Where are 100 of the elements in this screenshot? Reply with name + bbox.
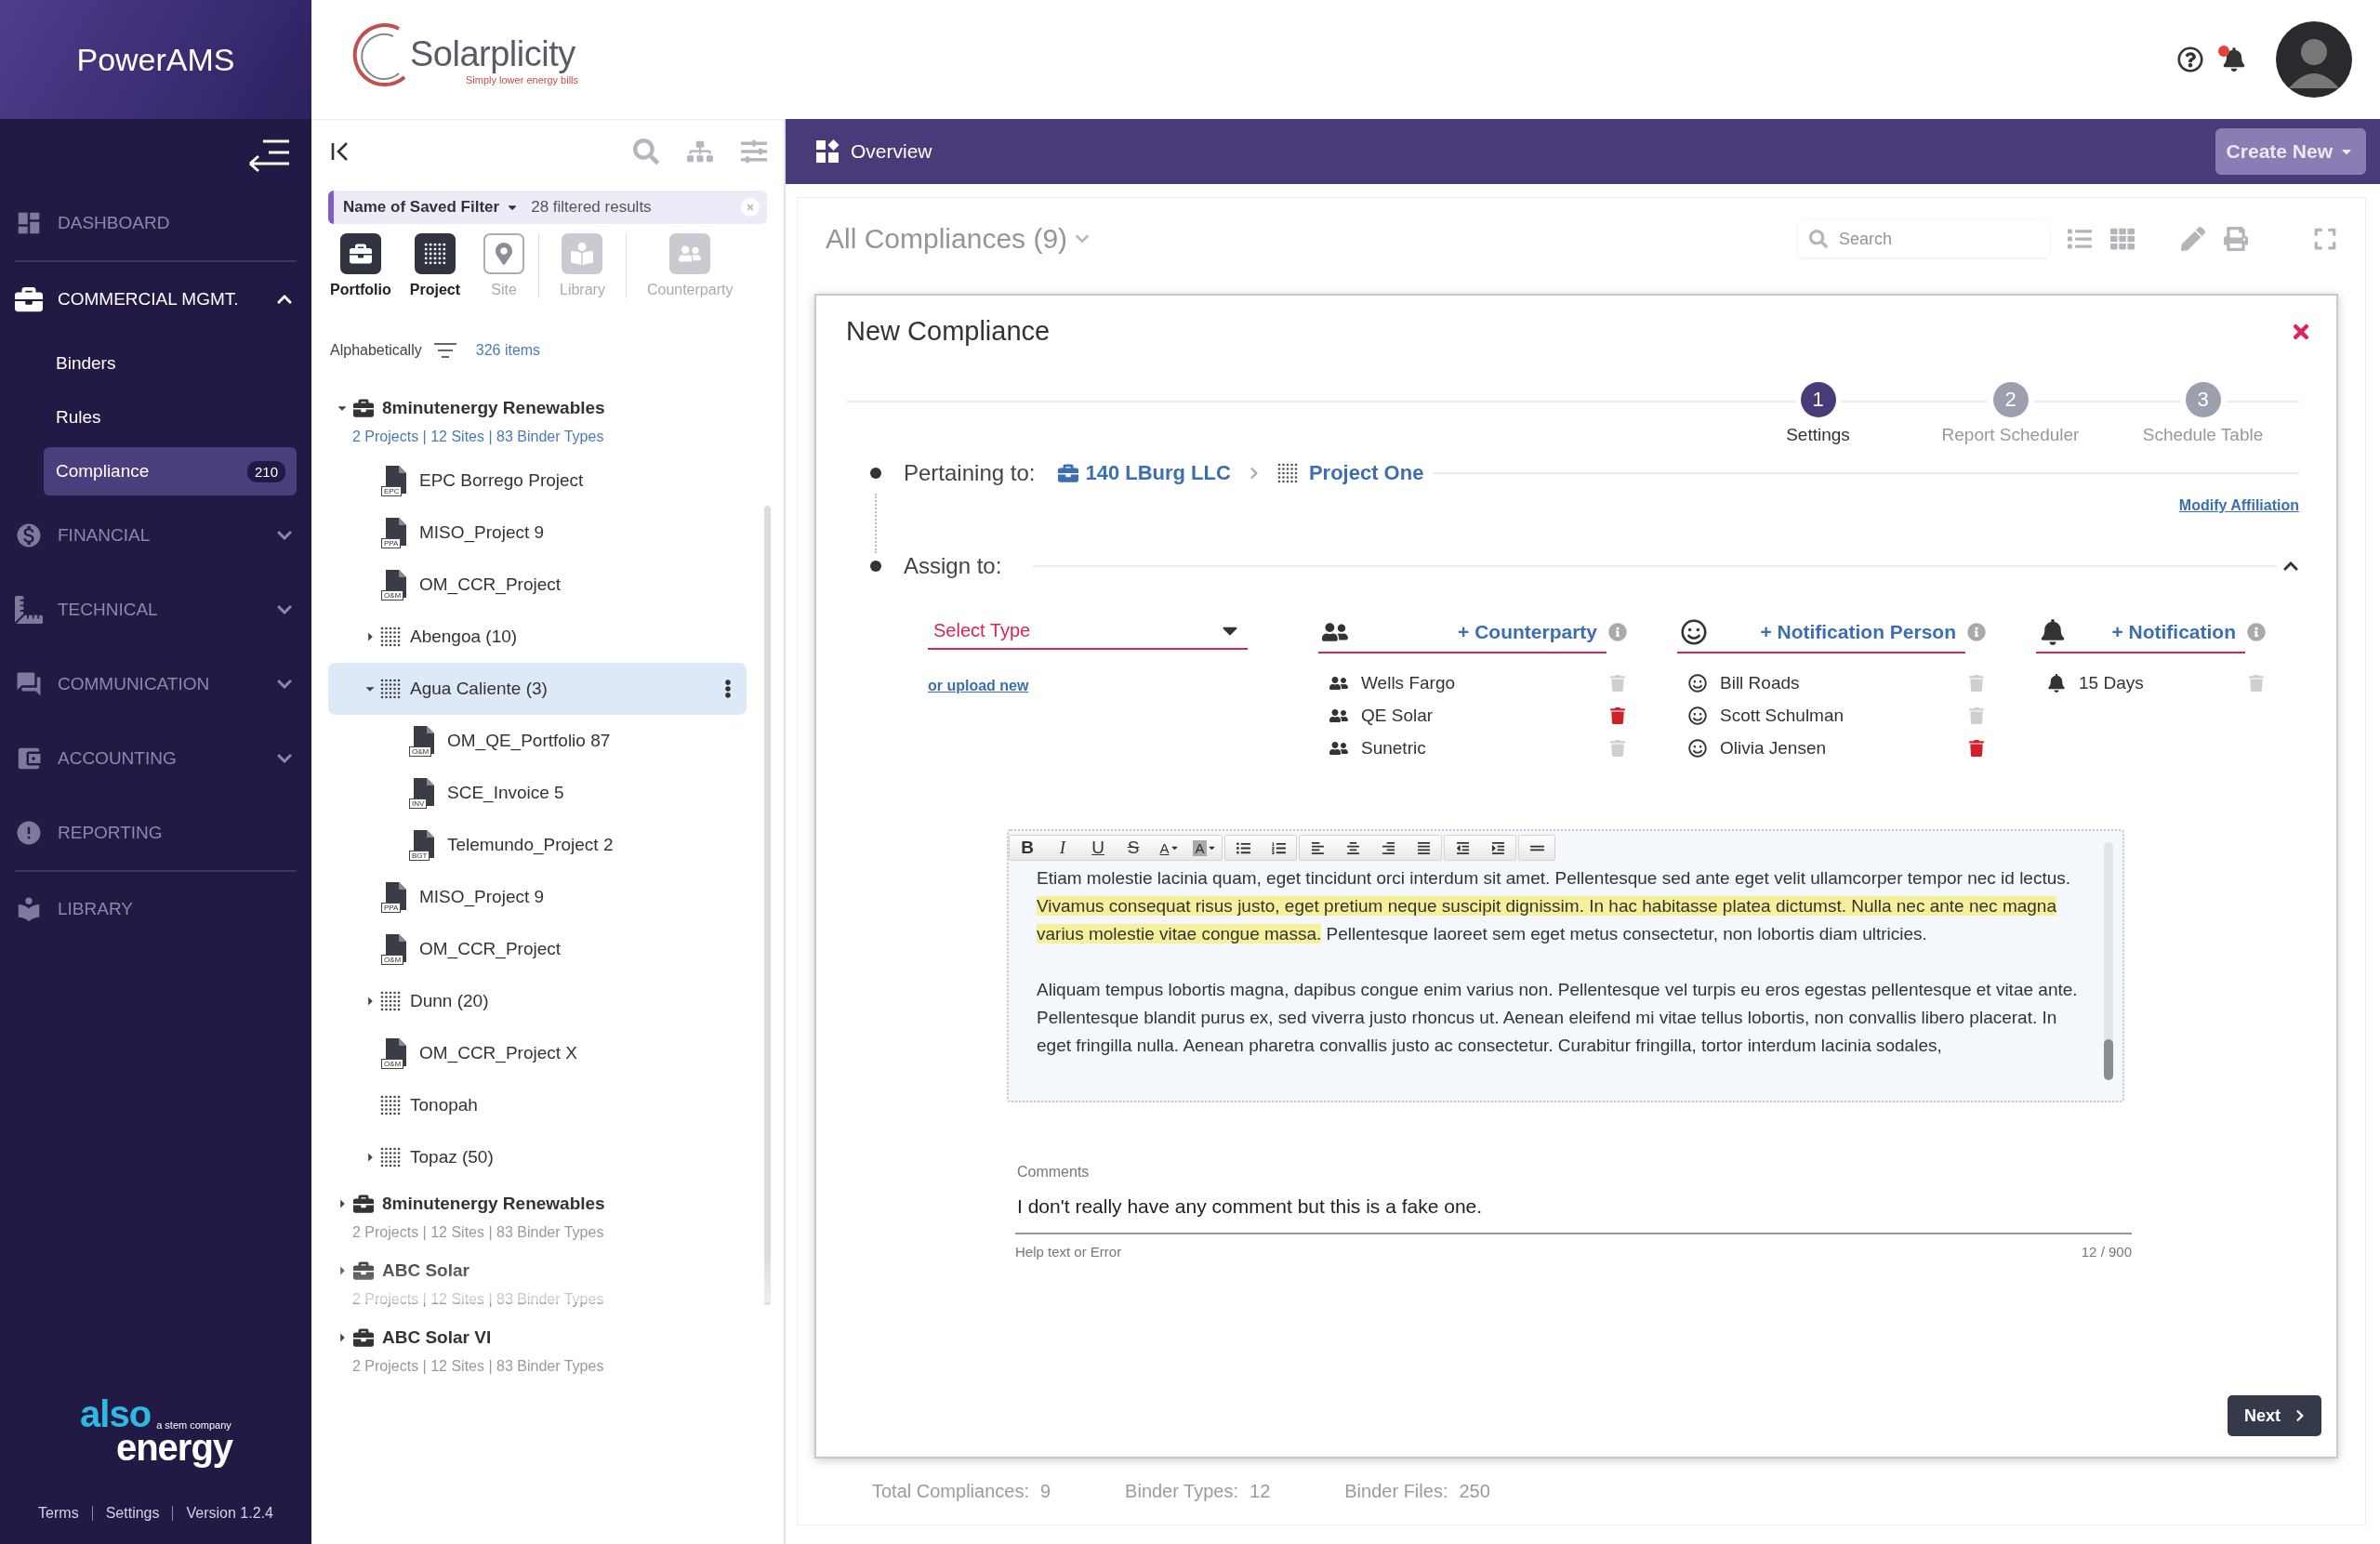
step-label[interactable]: Settings [1786,425,1850,445]
count-badge: 210 [246,460,285,482]
tree-item[interactable]: Agua Caliente (3) [328,663,747,715]
stat-label: Total Compliances: [872,1481,1029,1502]
sort-label[interactable]: Alphabetically [330,342,422,359]
add-button[interactable]: + Notification Person [1754,621,1962,643]
tree-item[interactable]: EPC EPC Borrego Project [328,455,747,507]
nav-item[interactable]: ACCOUNTING [0,721,311,796]
footer-link[interactable]: Settings [105,1505,160,1522]
file-tag: EPC [381,486,403,496]
nav-item[interactable]: LIBRARY [0,872,311,946]
stat-value: 9 [1039,1481,1051,1502]
comments-field[interactable]: I don't really have any comment but this is a fake one. [1015,1181,2132,1234]
next-button[interactable]: Next [2228,1395,2321,1436]
field-label: Pertaining to: [904,460,1036,486]
nav-item[interactable]: COMMERCIAL MGMT. [0,262,311,337]
add-button[interactable]: + Counterparty [1452,621,1603,643]
tree-item[interactable]: O&M OM_CCR_Project [328,559,747,611]
tree-item[interactable]: Dunn (20) [328,975,747,1027]
format-button[interactable]: U [1080,836,1116,860]
assignee-name: 15 Days [2079,672,2144,693]
select-type-dropdown[interactable]: Select Type [928,613,1248,650]
format-button[interactable]: S [1116,836,1151,860]
type-label: Portfolio [330,282,391,298]
tree-item[interactable]: O&M OM_CCR_Project [328,923,747,975]
tree-item[interactable]: Abengoa (10) [328,611,747,663]
file-tag: O&M [409,746,432,757]
tree-item[interactable]: Topaz (50) [328,1131,747,1183]
nav-item[interactable]: REPORTING [0,796,311,870]
portfolio-summary: 2 Projects | 12 Sites | 83 Binder Types [352,1358,604,1375]
help-text: Help text or Error [1015,1244,1122,1260]
nav-item[interactable]: FINANCIAL [0,498,311,573]
page-title: Overview [851,140,932,163]
file-tag: INV [409,798,428,809]
type-label: Site [491,282,517,298]
tree-item[interactable]: PPA MISO_Project 9 [328,507,747,559]
type-label: Counterparty [646,282,734,298]
nav-subitem-label: Rules [56,407,101,428]
tree-item[interactable]: 8minutenergy Renewables [328,388,747,429]
nav-subitem[interactable]: Rules [44,393,297,442]
stat-label: Binder Types: [1125,1481,1239,1502]
stat-value: 250 [1459,1481,1490,1502]
file-tag: O&M [381,955,404,965]
character-counter: 12 / 900 [2081,1244,2132,1260]
type-tab[interactable]: Portfolio [321,233,401,298]
tree-item[interactable]: PPA MISO_Project 9 [328,871,747,923]
type-tab[interactable]: Project [400,233,469,298]
tree-item[interactable]: O&M OM_QE_Portfolio 87 [328,715,747,767]
tree-item[interactable]: ABC Solar [328,1250,747,1291]
nav-item[interactable]: DASHBOARD [0,186,311,260]
item-count: 326 items [475,342,541,359]
file-tag: BGT [409,851,430,861]
portfolio-summary: 2 Projects | 12 Sites | 83 Binder Types [352,429,604,445]
portfolio-summary: 2 Projects | 12 Sites | 83 Binder Types [352,1291,604,1308]
nav-subitem-label: Binders [56,353,116,374]
tree-item[interactable]: 8minutenergy Renewables [328,1183,747,1224]
portfolio-summary: 2 Projects | 12 Sites | 83 Binder Types [352,1224,604,1241]
file-tag: O&M [381,1059,404,1069]
filter-results: 28 filtered results [531,198,652,217]
editor-paragraph: Aliquam tempus lobortis magna, dapibus congue enim varius non. Pellentesque vel turpis eu eros egestas pellentesque et vitae ante. Pellentesque blandit purus ex, sed viverra justo rhoncus ut. Aenean eleifend mi vitae tellus lobortis, non convallis libero placerat. In eget fringilla nulla. Aenean pharetra convallis justo ac consectetur. Curabitur fringilla, tortor interdum lacinia sodales, [1037,979,2079,1057]
nav-subitem[interactable]: Compliance 210 [44,447,297,495]
upload-link[interactable]: or upload new [928,678,1248,694]
assignee-name: QE Solar [1361,705,1434,726]
tree-item[interactable]: BGT Telemundo_Project 2 [328,819,747,871]
color-button[interactable]: A [1151,836,1186,860]
nav-item[interactable]: TECHNICAL [0,573,311,647]
field-label: Comments [1016,1164,1091,1181]
footer-link[interactable]: Terms [38,1505,79,1522]
color-button[interactable]: A [1186,836,1222,860]
saved-filter-chip[interactable]: Name of Saved Filter 28 filtered results [328,191,767,224]
assignee-name: Sunetric [1361,737,1426,759]
project-link[interactable]: Project One [1308,461,1424,485]
app-title: PowerAMS [76,41,235,78]
tree-item[interactable]: INV SCE_Invoice 5 [328,767,747,819]
brand-logo: Solarplicity Simply lower energy bills [352,20,579,99]
footer-link[interactable]: Version 1.2.4 [186,1505,273,1522]
stat-label: Binder Files: [1344,1481,1448,1502]
stat-value: 12 [1250,1481,1271,1502]
tree-item[interactable]: Tonopah [328,1079,747,1131]
nav-subitem-label: Compliance [56,461,150,482]
tree-item[interactable]: ABC Solar VI [328,1317,747,1358]
tree-item[interactable]: O&M OM_CCR_Project X [328,1027,747,1079]
type-label: Project [409,282,460,298]
file-tag: PPA [381,903,402,913]
assignee-name: Olivia Jensen [1720,737,1827,759]
dialog-title: New Compliance [846,316,1051,347]
file-tag: PPA [381,538,402,548]
format-button[interactable]: B [1010,836,1045,860]
add-button[interactable]: + Notification [2106,621,2241,643]
file-tag: O&M [381,590,404,600]
format-button[interactable]: I [1045,836,1080,860]
assignee-name: Scott Schulman [1720,705,1844,726]
assignee-name: Wells Fargo [1361,672,1455,693]
nav-subitem[interactable]: Binders [44,339,297,388]
assignee-name: Bill Roads [1720,672,1800,693]
modify-affiliation-link[interactable]: Modify Affiliation [2178,497,2299,514]
nav-item[interactable]: COMMUNICATION [0,647,311,721]
type-label: Library [560,282,605,298]
field-label: Assign to: [904,553,1002,579]
portfolio-link[interactable]: 140 LBurg LLC [1085,461,1231,485]
